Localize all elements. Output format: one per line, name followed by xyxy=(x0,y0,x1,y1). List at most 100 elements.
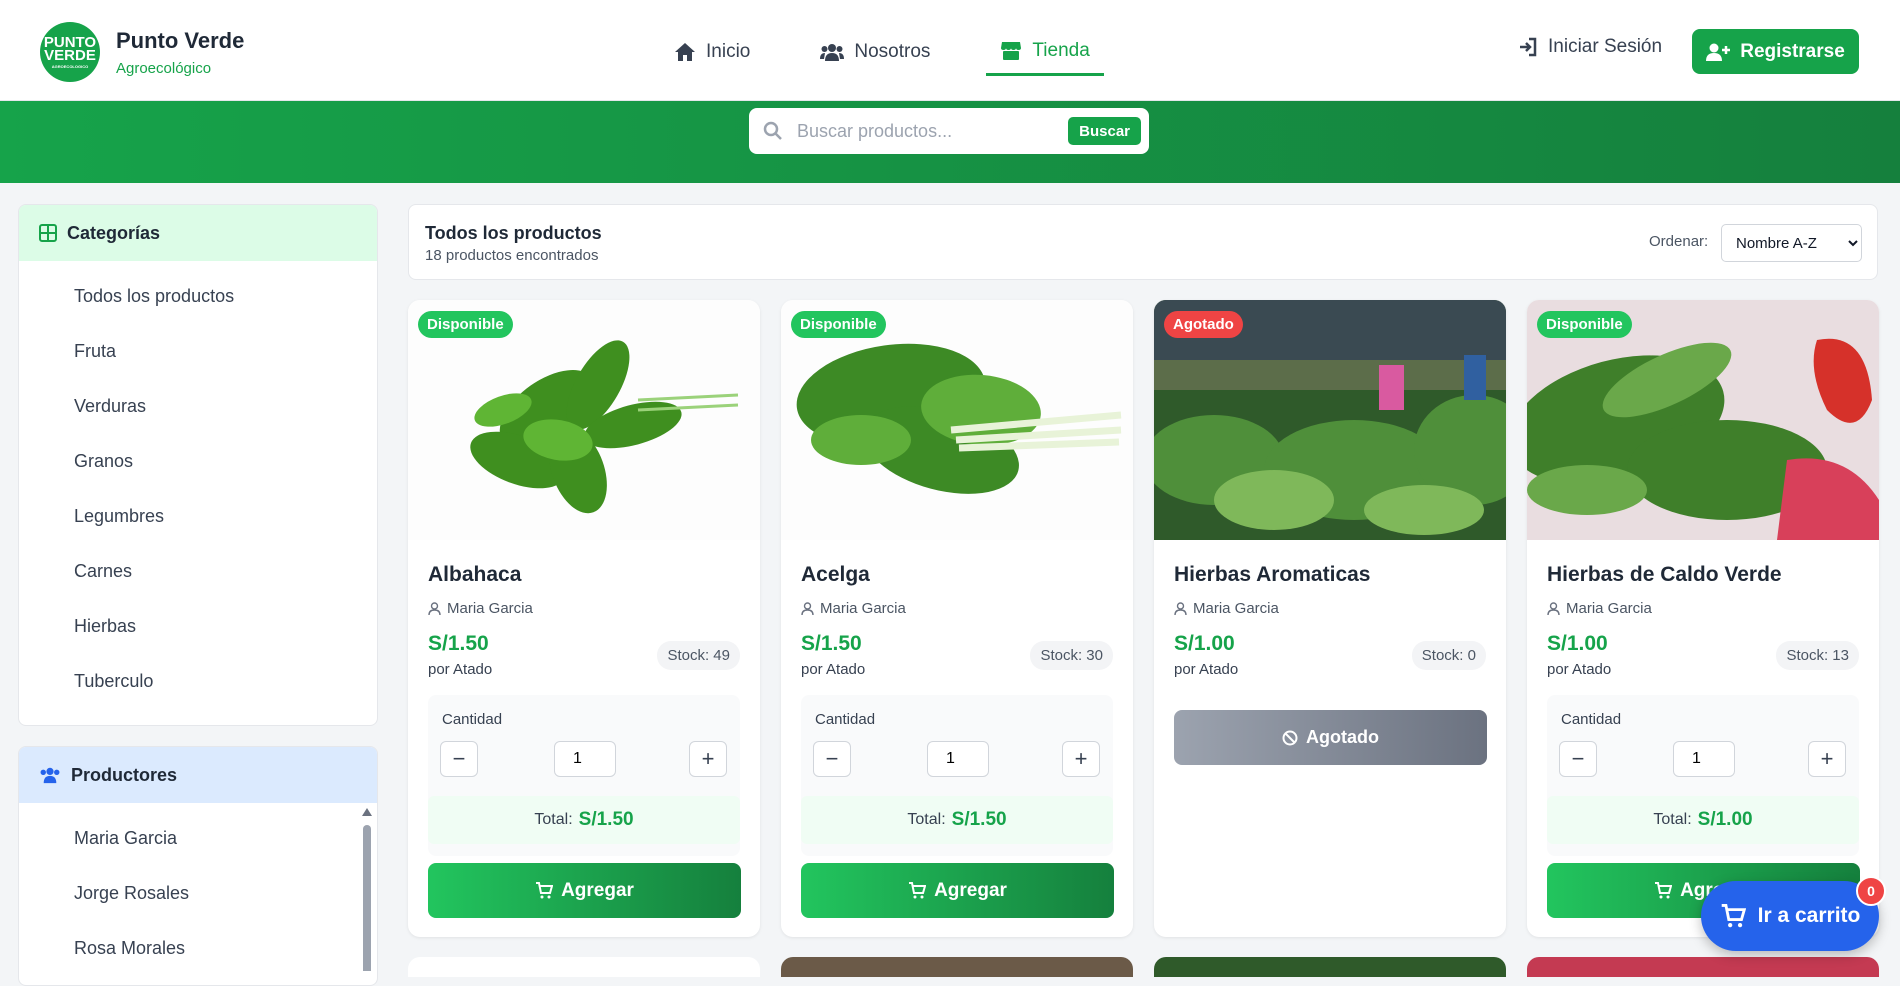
quantity-box: Cantidad − + Total: S/1.50 xyxy=(801,695,1113,856)
product-title[interactable]: Hierbas de Caldo Verde xyxy=(1547,563,1782,587)
producer-item[interactable]: Jorge Rosales xyxy=(19,866,377,921)
seller-name: Maria Garcia xyxy=(447,600,533,617)
users-icon xyxy=(820,44,845,61)
stock-badge: Stock: 0 xyxy=(1411,641,1486,670)
results-toolbar: Todos los productos 18 productos encontr… xyxy=(408,204,1878,280)
category-item[interactable]: Verduras xyxy=(19,379,377,434)
product-card: Disponible Acelga Maria Garcia S/1.50 po… xyxy=(781,300,1133,937)
producers-title: Productores xyxy=(71,764,178,785)
user-icon xyxy=(1174,601,1187,615)
users-icon xyxy=(40,767,60,784)
search-icon xyxy=(763,121,782,140)
brand-logo[interactable]: PUNTO VERDE AGROECOLOGICO xyxy=(40,22,100,82)
ban-icon xyxy=(1282,730,1298,745)
category-item[interactable]: Legumbres xyxy=(19,489,377,544)
add-to-cart-button[interactable]: Agregar xyxy=(428,863,741,918)
store-icon xyxy=(1001,41,1022,60)
product-card: Disponible Hierbas de Caldo Verde Maria … xyxy=(1527,300,1879,937)
quantity-input[interactable] xyxy=(1673,741,1735,777)
decrease-button[interactable]: − xyxy=(440,741,478,777)
product-seller: Maria Garcia xyxy=(1547,600,1652,617)
total-value: S/1.50 xyxy=(578,809,634,830)
product-price: S/1.00 xyxy=(1547,632,1608,655)
producers-header: Productores xyxy=(19,747,377,803)
nav-label: Nosotros xyxy=(854,41,931,62)
nav-tienda[interactable]: Tienda xyxy=(986,28,1104,76)
quantity-box: Cantidad − + Total: S/1.50 xyxy=(428,695,740,856)
results-title: Todos los productos xyxy=(425,223,602,243)
add-label: Agregar xyxy=(561,879,634,901)
search-bar: Buscar xyxy=(749,108,1149,154)
increase-button[interactable]: + xyxy=(1062,741,1100,777)
decrease-button[interactable]: − xyxy=(1559,741,1597,777)
decrease-button[interactable]: − xyxy=(813,741,851,777)
producers-panel: Productores Maria Garcia Jorge Rosales R… xyxy=(18,746,378,986)
seller-name: Maria Garcia xyxy=(1566,600,1652,617)
product-price: S/1.50 xyxy=(428,632,489,655)
producer-item[interactable]: Maria Garcia xyxy=(19,811,377,866)
category-item[interactable]: Carnes xyxy=(19,544,377,599)
nav-label: Tienda xyxy=(1032,39,1090,61)
total-value: S/1.50 xyxy=(951,809,1007,830)
quantity-label: Cantidad xyxy=(815,711,876,728)
category-item[interactable]: Todos los productos xyxy=(19,269,377,324)
cart-label: Ir a carrito xyxy=(1757,904,1861,927)
cart-icon xyxy=(909,882,927,899)
nav-inicio[interactable]: Inicio xyxy=(660,28,764,76)
category-item[interactable]: Hierbas xyxy=(19,599,377,654)
nav-nosotros[interactable]: Nosotros xyxy=(806,28,944,76)
product-card: Agotado Hierbas Aromaticas Maria Garcia … xyxy=(1154,300,1506,937)
producer-item[interactable]: Rosa Morales xyxy=(19,921,377,976)
categories-header: Categorías xyxy=(19,205,377,261)
home-icon xyxy=(675,43,695,61)
login-label: Iniciar Sesión xyxy=(1548,36,1663,57)
total-row: Total: S/1.00 xyxy=(1547,796,1859,844)
category-item[interactable]: Granos xyxy=(19,434,377,489)
search-button[interactable]: Buscar xyxy=(1068,117,1141,145)
main-nav: Inicio Nosotros Tienda xyxy=(660,28,1146,76)
user-icon xyxy=(428,601,441,615)
go-to-cart-button[interactable]: Ir a carrito xyxy=(1701,881,1879,951)
user-icon xyxy=(801,601,814,615)
quantity-label: Cantidad xyxy=(1561,711,1622,728)
login-link[interactable]: Iniciar Sesión xyxy=(1518,36,1662,58)
status-badge: Disponible xyxy=(791,311,886,338)
seller-name: Maria Garcia xyxy=(1193,600,1279,617)
total-label: Total: xyxy=(1653,811,1692,828)
sort-select[interactable]: Nombre A-Z xyxy=(1721,224,1862,262)
stock-badge: Stock: 13 xyxy=(1776,641,1859,670)
cart-icon xyxy=(1655,882,1673,899)
product-card: Disponible Albahaca Maria Garcia S/1.50 … xyxy=(408,300,760,937)
stock-badge: Stock: 30 xyxy=(1030,641,1113,670)
product-title[interactable]: Acelga xyxy=(801,563,870,587)
producers-scrollbar[interactable] xyxy=(362,808,372,971)
search-input[interactable] xyxy=(797,120,1069,142)
product-card-peek xyxy=(1154,957,1506,977)
total-row: Total: S/1.50 xyxy=(428,796,740,844)
category-item[interactable]: Fruta xyxy=(19,324,377,379)
quantity-input[interactable] xyxy=(927,741,989,777)
cart-icon xyxy=(536,882,554,899)
quantity-input[interactable] xyxy=(554,741,616,777)
increase-button[interactable]: + xyxy=(689,741,727,777)
product-seller: Maria Garcia xyxy=(801,600,906,617)
total-label: Total: xyxy=(907,811,946,828)
increase-button[interactable]: + xyxy=(1808,741,1846,777)
add-to-cart-button[interactable]: Agregar xyxy=(801,863,1114,918)
register-button[interactable]: Registrarse xyxy=(1692,29,1859,74)
product-card-peek xyxy=(781,957,1133,977)
add-label: Agregar xyxy=(934,879,1007,901)
stock-badge: Stock: 49 xyxy=(657,641,740,670)
product-title[interactable]: Albahaca xyxy=(428,563,521,587)
category-item[interactable]: Tuberculo xyxy=(19,654,377,709)
sold-out-button: Agotado xyxy=(1174,710,1487,765)
total-value: S/1.00 xyxy=(1697,809,1753,830)
brand: Punto Verde Agroecológico xyxy=(116,28,244,77)
product-price: S/1.00 xyxy=(1174,632,1235,655)
product-title[interactable]: Hierbas Aromaticas xyxy=(1174,563,1370,587)
total-row: Total: S/1.50 xyxy=(801,796,1113,844)
status-badge: Agotado xyxy=(1164,311,1243,338)
categories-title: Categorías xyxy=(67,222,161,243)
user-icon xyxy=(1547,601,1560,615)
seller-name: Maria Garcia xyxy=(820,600,906,617)
